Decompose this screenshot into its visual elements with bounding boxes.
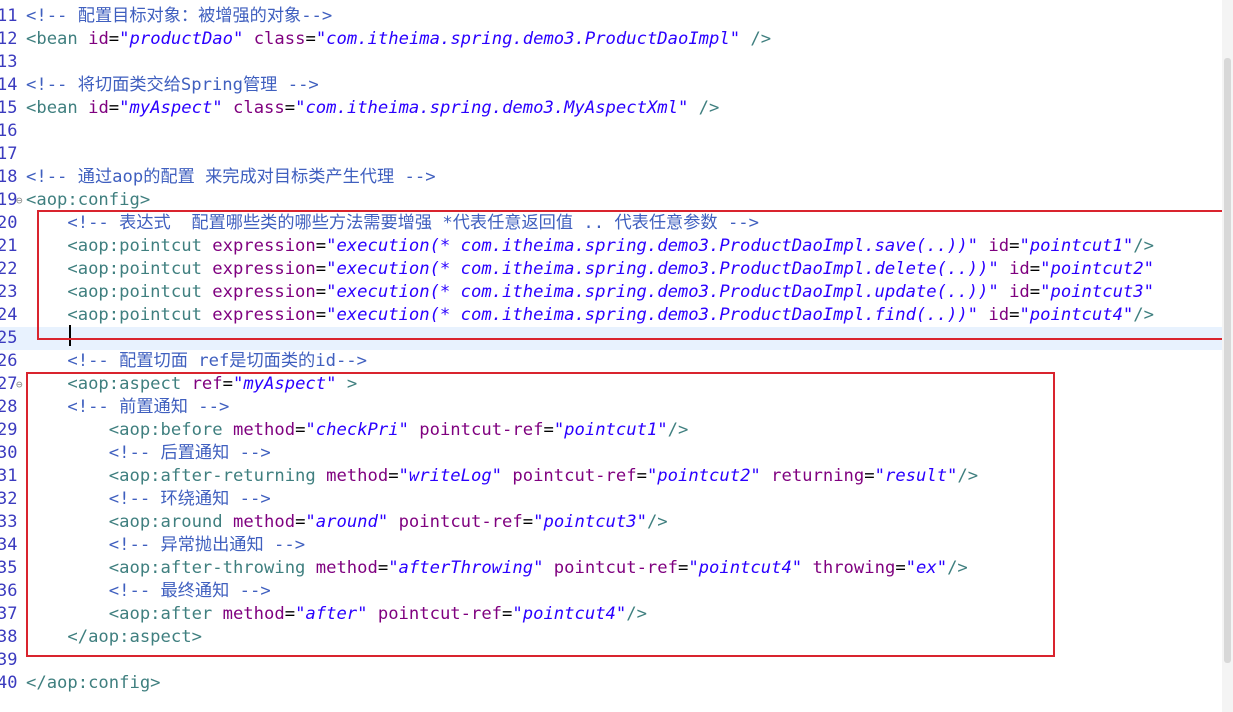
line-number: 27 (0, 374, 18, 394)
token-comment: --> (335, 351, 367, 371)
line-number: 28 (0, 397, 18, 417)
line-number: 31 (0, 466, 18, 486)
token-comment: 的配置 来完成对目标类产生代理 (143, 167, 395, 187)
code-text: </aop:config> (26, 672, 161, 695)
token-comment: --> (277, 75, 319, 95)
token-tag: </aop:config> (26, 673, 161, 693)
token-tag: <aop:config> (26, 190, 151, 210)
line-number: 19 (0, 190, 18, 210)
token-comment: id (315, 351, 336, 371)
token-plain: = (284, 98, 296, 118)
token-comment: ref (198, 351, 230, 371)
aspect-highlight-box (26, 372, 1055, 657)
fold-toggle-icon[interactable]: ⊖ (16, 189, 26, 212)
token-val: "productDao" (119, 29, 244, 49)
line-number: 14 (0, 75, 18, 95)
token-attr: id (88, 29, 109, 49)
code-text: <bean id="productDao" class="com.itheima… (26, 28, 771, 51)
code-text: <!-- 通过aop的配置 来完成对目标类产生代理 --> (26, 166, 436, 189)
vertical-scrollbar[interactable] (1222, 0, 1233, 712)
token-val: "com.itheima.spring.demo3.MyAspectXml" (295, 98, 689, 118)
token-plain: = (108, 98, 120, 118)
line-number: 22 (0, 259, 18, 279)
code-text: <!-- 配置切面 ref是切面类的id--> (26, 350, 367, 373)
token-comment: --> (394, 167, 436, 187)
token-comment: 管理 (242, 75, 278, 95)
line-number: 33 (0, 512, 18, 532)
line-number: 24 (0, 305, 18, 325)
line-number: 29 (0, 420, 18, 440)
code-text: <!-- 配置目标对象：被增强的对象--> (26, 5, 332, 28)
line-number: 34 (0, 535, 18, 555)
token-tag: /> (688, 98, 720, 118)
token-comment: <!-- (26, 75, 78, 95)
xml-editor[interactable]: 11 <!-- 配置目标对象：被增强的对象--> 12 <bean id="produ… (0, 0, 1222, 712)
line-number: 36 (0, 581, 18, 601)
line-number: 38 (0, 627, 18, 647)
token-tag: <bean (26, 98, 89, 118)
token-comment: <!-- (26, 167, 78, 187)
token-val: "myAspect" (119, 98, 223, 118)
line-number: 37 (0, 604, 18, 624)
line-number: 39 (0, 650, 18, 670)
line-number: 35 (0, 558, 18, 578)
token-attr: class (233, 98, 285, 118)
line-number: 30 (0, 443, 18, 463)
line-number: 23 (0, 282, 18, 302)
line-number: 11 (0, 6, 18, 26)
token-comment: 通过 (77, 167, 113, 187)
line-number: 40 (0, 673, 18, 693)
line-number: 15 (0, 98, 18, 118)
token-comment: --> (301, 6, 333, 26)
line-number: 25 (0, 328, 18, 348)
fold-toggle-icon[interactable]: ⊖ (16, 373, 26, 396)
line-number: 13 (0, 52, 18, 72)
code-text: <bean id="myAspect" class="com.itheima.s… (26, 97, 719, 120)
token-tag: /> (740, 29, 772, 49)
pointcut-highlight-box (37, 210, 1222, 340)
scrollbar-thumb[interactable] (1224, 58, 1231, 663)
line-number: 17 (0, 144, 18, 164)
line-number: 20 (0, 213, 18, 233)
token-comment: <!-- (26, 351, 120, 371)
line-number: 12 (0, 29, 18, 49)
token-plain: = (305, 29, 316, 49)
token-plain: = (108, 29, 120, 49)
token-comment: aop (112, 167, 144, 187)
token-comment: Spring (180, 75, 243, 95)
line-number: 16 (0, 121, 18, 141)
token-comment: <!-- (26, 6, 78, 26)
token-val: "com.itheima.spring.demo3.ProductDaoImpl… (315, 29, 741, 49)
token-attr: class (253, 29, 306, 49)
line-number: 18 (0, 167, 18, 187)
line-number: 21 (0, 236, 18, 256)
token-tag: <bean (26, 29, 89, 49)
token-attr: id (88, 98, 109, 118)
token-comment: 是切面类的 (229, 351, 316, 371)
token-comment: 将切面类交给 (77, 75, 181, 95)
line-number: 32 (0, 489, 18, 509)
token-comment: 配置目标对象：被增强的对象 (77, 6, 302, 26)
code-text: <aop:config> (26, 189, 150, 212)
token-comment: 配置切面 (119, 351, 199, 371)
line-number: 26 (0, 351, 18, 371)
code-text: <!-- 将切面类交给Spring管理 --> (26, 74, 319, 97)
